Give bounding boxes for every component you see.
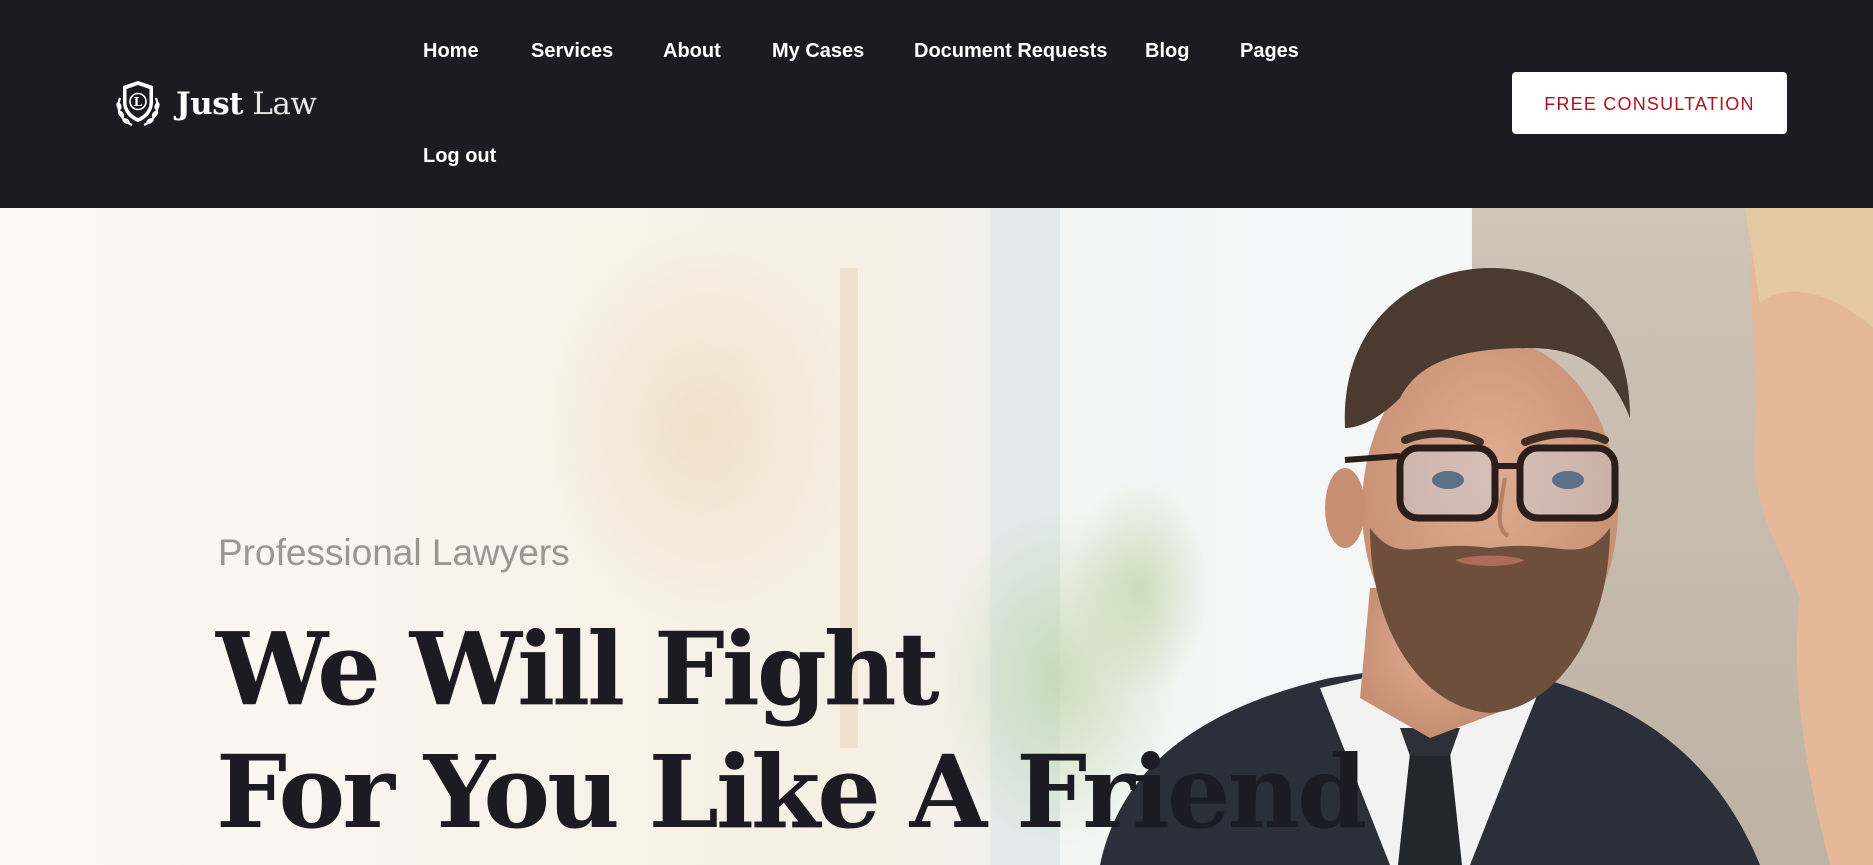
- hero-heading-line-2: For You Like A Friend: [216, 733, 1367, 851]
- nav-item-home[interactable]: Home: [423, 39, 479, 63]
- logo[interactable]: L Just Law: [112, 78, 317, 130]
- nav-item-services[interactable]: Services: [531, 39, 613, 63]
- free-consultation-button[interactable]: FREE CONSULTATION: [1512, 72, 1787, 134]
- hero-subtitle: Professional Lawyers: [218, 532, 570, 573]
- brand-name-light: Law: [252, 86, 317, 122]
- svg-text:L: L: [134, 95, 143, 109]
- nav-item-document-requests[interactable]: Document Requests: [914, 39, 1107, 63]
- brand-name-strong: Just: [176, 86, 243, 122]
- hero-section: Professional Lawyers We Will Fight For Y…: [0, 208, 1873, 865]
- hero-heading-line-1: We Will Fight: [216, 610, 940, 728]
- nav-item-blog[interactable]: Blog: [1145, 39, 1189, 63]
- nav-item-my-cases[interactable]: My Cases: [772, 39, 864, 63]
- nav-item-log-out[interactable]: Log out: [423, 144, 496, 168]
- hero-heading: We Will Fight For You Like A Friend: [216, 608, 1367, 854]
- site-header: L Just Law Home Services About My Cases …: [0, 0, 1873, 208]
- brand-name: Just Law: [176, 86, 317, 122]
- nav-item-pages[interactable]: Pages: [1240, 39, 1299, 63]
- shield-laurel-icon: L: [116, 81, 160, 127]
- nav-item-about[interactable]: About: [663, 39, 721, 63]
